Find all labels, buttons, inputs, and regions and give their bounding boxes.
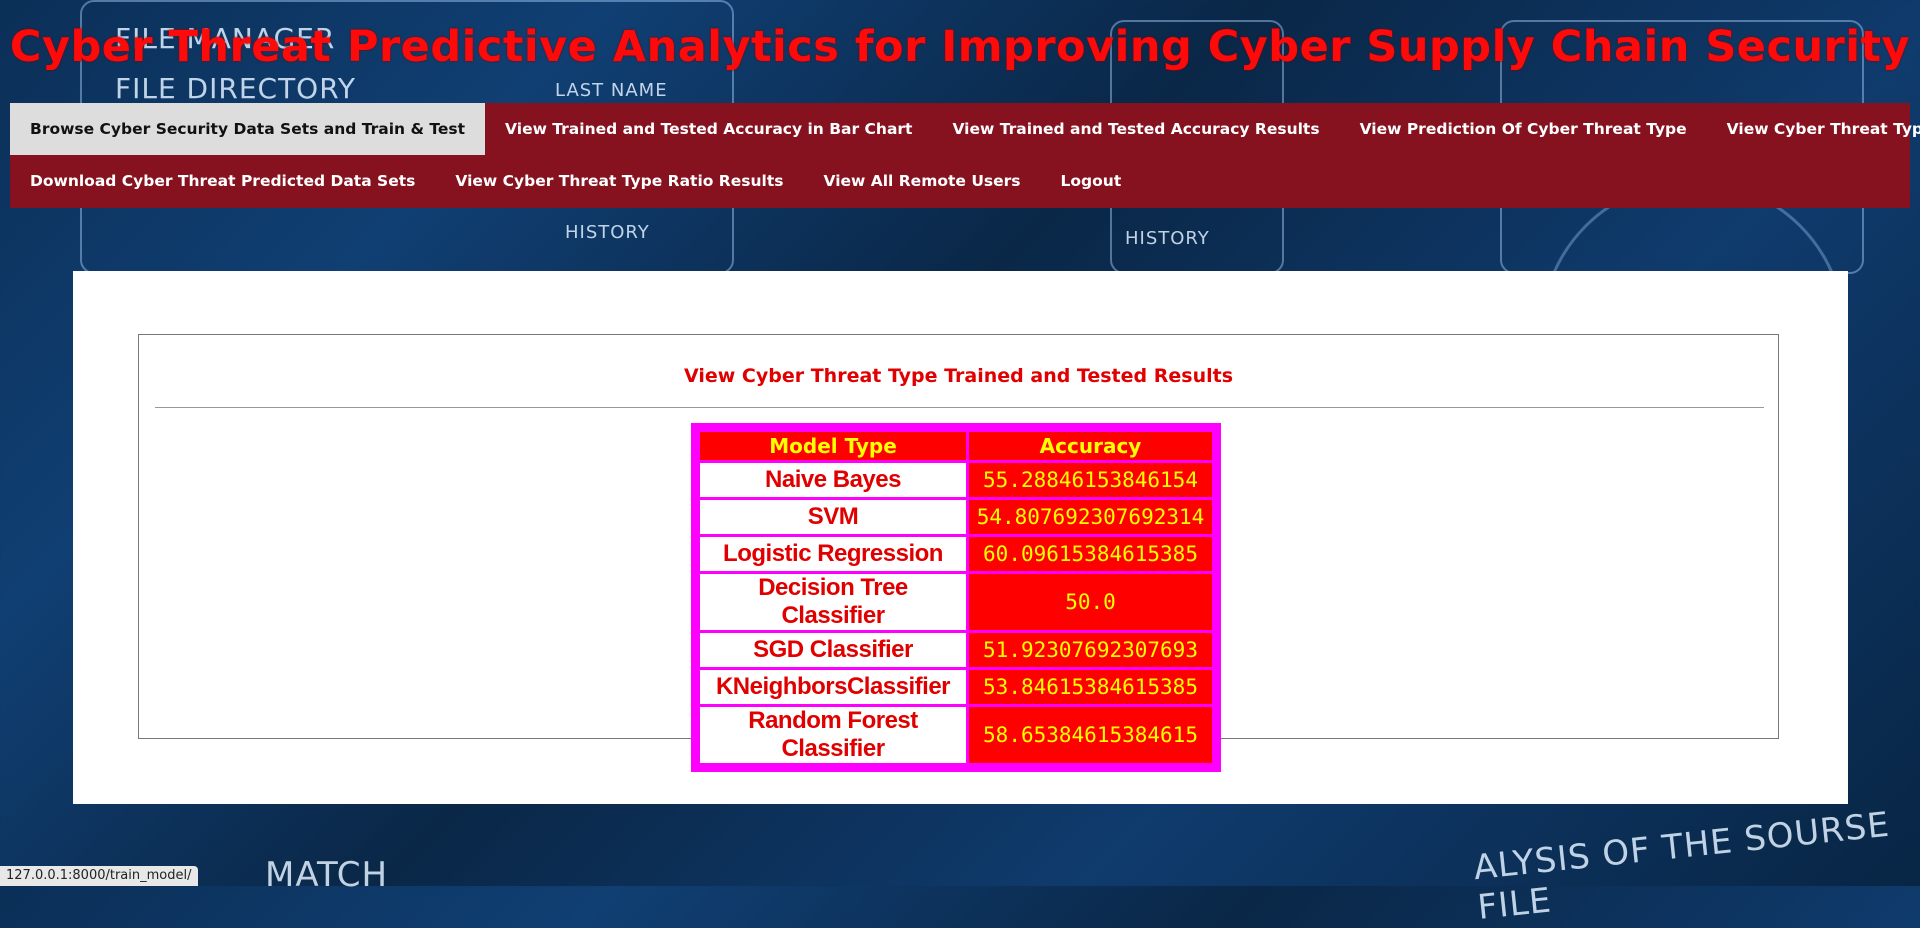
accuracy-cell: 60.09615384615385 [969, 537, 1212, 571]
bg-source-file-text: ALYSIS OF THE SOURSE FILE [1471, 804, 1892, 928]
nav-item-browse-train-test[interactable]: Browse Cyber Security Data Sets and Trai… [10, 103, 486, 155]
table-row: Random Forest Classifier 58.653846153846… [700, 707, 1212, 763]
model-cell: Random Forest Classifier [700, 707, 966, 763]
nav-item-prediction-threat-type[interactable]: View Prediction Of Cyber Threat Type [1340, 103, 1707, 155]
nav-item-download-predicted-datasets[interactable]: Download Cyber Threat Predicted Data Set… [10, 155, 435, 207]
table-row: Decision Tree Classifier 50.0 [700, 574, 1212, 630]
model-cell: Decision Tree Classifier [700, 574, 966, 630]
model-cell: KNeighborsClassifier [700, 670, 966, 704]
accuracy-cell: 53.84615384615385 [969, 670, 1212, 704]
bg-file-directory-text: FILE DIRECTORY [115, 72, 356, 105]
table-row: SGD Classifier 51.92307692307693 [700, 633, 1212, 667]
main-nav: Browse Cyber Security Data Sets and Trai… [10, 103, 1920, 208]
column-header-model-type: Model Type [700, 432, 966, 460]
nav-row-1: Browse Cyber Security Data Sets and Trai… [10, 103, 1920, 155]
table-row: Naive Bayes 55.28846153846154 [700, 463, 1212, 497]
table-row: Logistic Regression 60.09615384615385 [700, 537, 1212, 571]
model-cell: Logistic Regression [700, 537, 966, 571]
results-table: Model Type Accuracy Naive Bayes 55.28846… [691, 423, 1221, 772]
accuracy-cell: 51.92307692307693 [969, 633, 1212, 667]
table-row: KNeighborsClassifier 53.84615384615385 [700, 670, 1212, 704]
nav-item-remote-users[interactable]: View All Remote Users [803, 155, 1040, 207]
content-panel: View Cyber Threat Type Trained and Teste… [73, 271, 1848, 804]
bg-last-name-text: LAST NAME [555, 80, 668, 101]
nav-item-threat-type-ratio-results[interactable]: View Cyber Threat Type Ratio Results [435, 155, 803, 207]
table-header-row: Model Type Accuracy [700, 432, 1212, 460]
model-cell: SGD Classifier [700, 633, 966, 667]
column-header-accuracy: Accuracy [969, 432, 1212, 460]
nav-item-accuracy-results[interactable]: View Trained and Tested Accuracy Results [932, 103, 1339, 155]
bg-history-text-2: HISTORY [1125, 228, 1210, 249]
results-heading: View Cyber Threat Type Trained and Teste… [683, 365, 1234, 387]
accuracy-cell: 58.65384615384615 [969, 707, 1212, 763]
model-cell: SVM [700, 500, 966, 534]
nav-item-threat-type-ratio[interactable]: View Cyber Threat Type Ratio [1707, 103, 1920, 155]
status-bar-url: 127.0.0.1:8000/train_model/ [0, 866, 198, 886]
nav-item-logout[interactable]: Logout [1041, 155, 1142, 207]
table-row: SVM 54.807692307692314 [700, 500, 1212, 534]
accuracy-cell: 54.807692307692314 [969, 500, 1212, 534]
nav-item-accuracy-bar-chart[interactable]: View Trained and Tested Accuracy in Bar … [485, 103, 932, 155]
model-cell: Naive Bayes [700, 463, 966, 497]
accuracy-cell: 55.28846153846154 [969, 463, 1212, 497]
divider [155, 407, 1764, 408]
nav-row-2: Download Cyber Threat Predicted Data Set… [10, 155, 1910, 207]
bg-history-text: HISTORY [565, 222, 650, 243]
bg-match-text: MATCH [265, 855, 389, 895]
accuracy-cell: 50.0 [969, 574, 1212, 630]
site-title: Cyber Threat Predictive Analytics for Im… [9, 22, 1911, 72]
results-frame: View Cyber Threat Type Trained and Teste… [138, 334, 1779, 772]
